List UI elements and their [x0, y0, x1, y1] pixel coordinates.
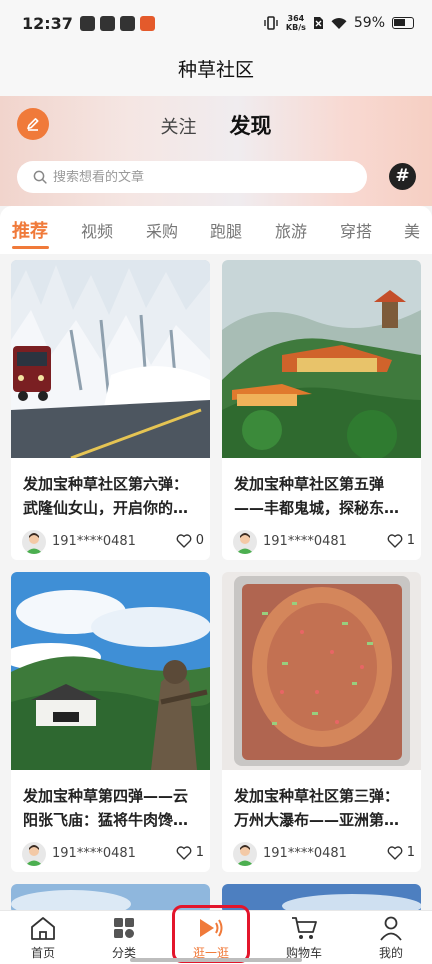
avatar[interactable]	[233, 842, 257, 866]
post-author[interactable]: 191****0481	[52, 534, 136, 549]
category-travel[interactable]: 旅游	[275, 218, 307, 242]
heart-icon	[387, 533, 403, 548]
app-notification-icon	[140, 16, 155, 31]
notification-icon	[120, 16, 135, 31]
like-count[interactable]: 0	[176, 533, 204, 548]
search-bar[interactable]	[17, 161, 367, 193]
like-count-value: 1	[195, 845, 204, 860]
category-bar: 推荐 视频 采购 跑腿 旅游 穿搭 美	[0, 206, 432, 254]
heart-icon	[387, 845, 403, 860]
like-count-value: 0	[195, 533, 204, 548]
net-speed-unit: KB/s	[285, 23, 306, 32]
post-meta: 191****0481 1	[233, 530, 415, 556]
post-title[interactable]: 发加宝种草第四弹——云阳张飞庙：猛将牛肉馋…	[23, 784, 201, 832]
tab-category[interactable]: 分类	[81, 911, 167, 964]
category-errand[interactable]: 跑腿	[210, 218, 242, 242]
post-meta: 191****0481 1	[233, 842, 415, 868]
notification-icon	[100, 16, 115, 31]
tab-profile-label: 我的	[378, 946, 403, 960]
search-icon	[33, 170, 47, 184]
topic-hash-button[interactable]: #	[389, 163, 416, 190]
post-meta: 191****0481 0	[22, 530, 204, 556]
like-count-value: 1	[406, 845, 415, 860]
category-outfit[interactable]: 穿搭	[340, 218, 372, 242]
post-meta: 191****0481 1	[22, 842, 204, 868]
post-title[interactable]: 发加宝种草社区第三弹：万州大瀑布——亚洲第…	[234, 784, 412, 832]
post-image-snowy-forest[interactable]	[11, 260, 210, 458]
title-bar: 种草社区	[0, 50, 432, 96]
tab-following[interactable]: 关注	[160, 113, 196, 139]
notification-icons	[80, 16, 155, 31]
top-tabs: 关注 发现	[0, 110, 432, 140]
hero-header: 关注 发现 #	[0, 96, 432, 206]
tab-home[interactable]: 首页	[0, 911, 86, 964]
post-card[interactable]: 发加宝种草社区第五弹——丰都鬼城，探秘东… 191****0481 1	[222, 260, 421, 560]
category-icon	[114, 918, 134, 938]
battery-icon	[392, 17, 414, 29]
tab-home-label: 首页	[30, 946, 55, 960]
cart-icon	[292, 917, 317, 939]
status-right: 364 KB/s 59%	[263, 14, 414, 32]
avatar[interactable]	[233, 530, 257, 554]
like-count-value: 1	[406, 533, 415, 548]
category-video[interactable]: 视频	[81, 218, 113, 242]
heart-icon	[176, 845, 192, 860]
post-card[interactable]: 发加宝种草社区第六弹：武隆仙女山，开启你的… 191****0481 0	[11, 260, 210, 560]
like-count[interactable]: 1	[387, 533, 415, 548]
post-image-grilled-fish[interactable]	[222, 572, 421, 770]
post-image-mountain-gate[interactable]	[11, 572, 210, 770]
net-speed: 364 KB/s	[286, 14, 306, 32]
post-image-temple-hill[interactable]	[222, 260, 421, 458]
wifi-icon	[331, 17, 347, 29]
vibrate-icon	[264, 16, 278, 30]
search-input[interactable]	[53, 169, 333, 185]
like-count[interactable]: 1	[176, 845, 204, 860]
post-author[interactable]: 191****0481	[52, 846, 136, 861]
tab-profile[interactable]: 我的	[348, 911, 432, 964]
tab-discover[interactable]: 发现	[230, 110, 272, 140]
page-title: 种草社区	[177, 59, 254, 81]
post-feed[interactable]: 发加宝种草社区第六弹：武隆仙女山，开启你的… 191****0481 0 发加宝…	[0, 254, 432, 910]
post-card[interactable]: 发加宝种草社区第三弹：万州大瀑布——亚洲第… 191****0481 1	[222, 572, 421, 872]
notification-icon	[80, 16, 95, 31]
post-card-partial[interactable]	[222, 884, 421, 910]
post-card[interactable]: 发加宝种草第四弹——云阳张飞庙：猛将牛肉馋… 191****0481 1	[11, 572, 210, 872]
category-purchase[interactable]: 采购	[146, 218, 178, 242]
post-author[interactable]: 191****0481	[263, 534, 347, 549]
post-title[interactable]: 发加宝种草社区第五弹——丰都鬼城，探秘东…	[234, 472, 412, 520]
home-icon	[31, 917, 55, 940]
category-active-underline	[12, 246, 49, 249]
battery-percent: 59%	[353, 15, 385, 31]
user-icon	[380, 916, 402, 941]
heart-icon	[176, 533, 192, 548]
status-bar: 12:37 364 KB/s 59%	[0, 0, 432, 50]
home-indicator[interactable]	[130, 958, 302, 962]
avatar[interactable]	[22, 842, 46, 866]
net-speed-value: 364	[287, 14, 305, 23]
like-count[interactable]: 1	[387, 845, 415, 860]
post-title[interactable]: 发加宝种草社区第六弹：武隆仙女山，开启你的…	[23, 472, 201, 520]
category-recommended[interactable]: 推荐	[12, 217, 48, 243]
sim-icon	[313, 17, 323, 29]
highlight-annotation-box	[172, 905, 250, 963]
category-beauty[interactable]: 美	[404, 218, 420, 242]
tab-cart[interactable]: 购物车	[261, 911, 347, 964]
avatar[interactable]	[22, 530, 46, 554]
status-time: 12:37	[22, 14, 73, 33]
post-author[interactable]: 191****0481	[263, 846, 347, 861]
